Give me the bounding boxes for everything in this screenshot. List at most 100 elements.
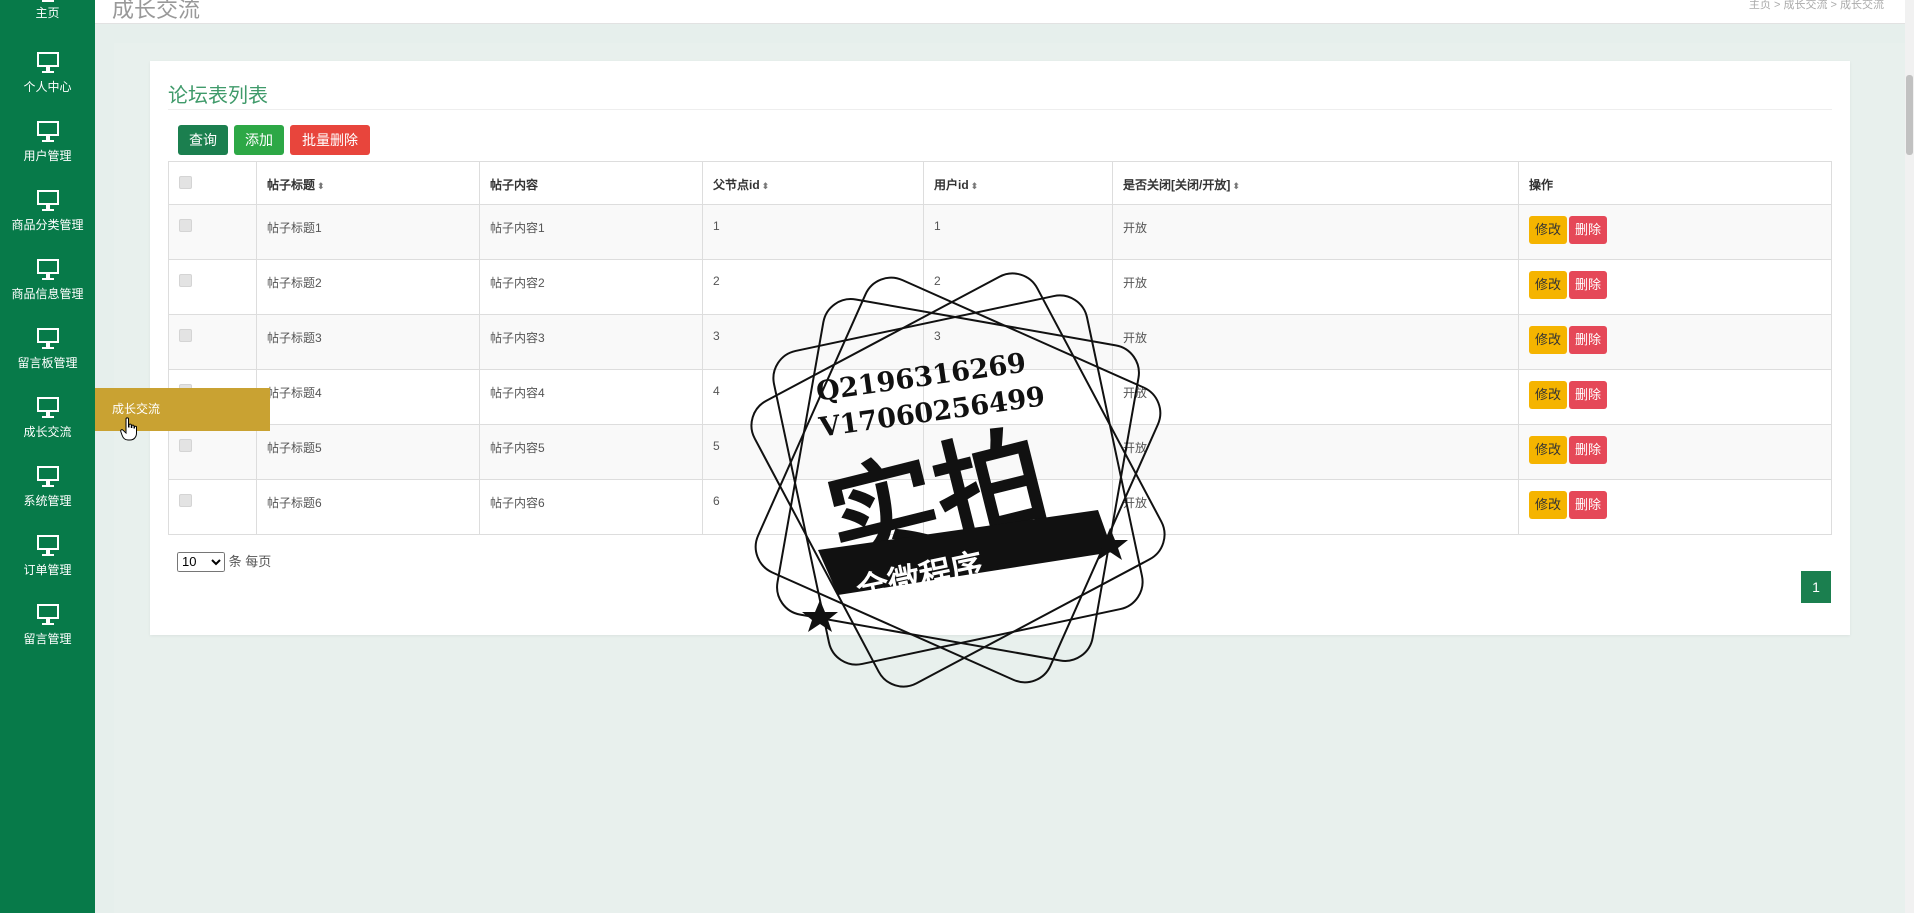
hand-cursor-icon: [120, 417, 137, 441]
bulk-delete-button[interactable]: 批量删除: [290, 125, 370, 155]
sidebar-item-category-management[interactable]: 商品分类管理: [0, 179, 95, 248]
sidebar-item-user-management[interactable]: 用户管理: [0, 110, 95, 179]
sidebar-item-label: 主页: [35, 6, 60, 20]
monitor-icon: [36, 52, 59, 73]
row-checkbox[interactable]: [179, 274, 192, 287]
row-checkbox[interactable]: [179, 494, 192, 507]
sidebar-item-label: 留言板管理: [17, 356, 78, 370]
cell-status: 开放: [1112, 424, 1519, 480]
scrollbar[interactable]: [1905, 0, 1914, 913]
sidebar-item-label: 商品分类管理: [11, 218, 84, 232]
sort-icon[interactable]: ⬍: [971, 181, 979, 191]
delete-button[interactable]: 删除: [1569, 436, 1608, 464]
cell-parent-id: 5: [702, 424, 924, 480]
sidebar-item-growth-exchange[interactable]: 成长交流: [0, 386, 95, 455]
monitor-icon: [36, 190, 59, 211]
table-row: 帖子标题4 帖子内容4 4 开放 修改 删除: [168, 369, 1832, 425]
sidebar-item-home[interactable]: 主页: [0, 0, 95, 39]
delete-button[interactable]: 删除: [1569, 381, 1608, 409]
sidebar-item-system-management[interactable]: 系统管理: [0, 455, 95, 524]
header-parent-id[interactable]: 父节点id ⬍: [702, 161, 924, 205]
sort-icon[interactable]: ⬍: [1232, 181, 1240, 191]
row-checkbox[interactable]: [179, 329, 192, 342]
monitor-icon: [36, 121, 59, 142]
cell-user-id: 1: [923, 204, 1113, 260]
row-checkbox[interactable]: [179, 219, 192, 232]
header-post-title[interactable]: 帖子标题 ⬍: [256, 161, 480, 205]
edit-button[interactable]: 修改: [1529, 491, 1568, 519]
monitor-icon: [36, 328, 59, 349]
sort-icon[interactable]: ⬍: [317, 181, 325, 191]
cell-content: 帖子内容3: [479, 314, 703, 370]
monitor-icon: [36, 397, 59, 418]
page-title: 成长交流: [112, 0, 201, 22]
sidebar-item-message-management[interactable]: 留言管理: [0, 593, 95, 662]
sort-icon[interactable]: ⬍: [762, 181, 770, 191]
cell-content: 帖子内容1: [479, 204, 703, 260]
edit-button[interactable]: 修改: [1529, 216, 1568, 244]
sidebar-item-personal-center[interactable]: 个人中心: [0, 41, 95, 110]
cell-title: 帖子标题2: [256, 259, 480, 315]
table-row: 帖子标题2 帖子内容2 2 2 开放 修改 删除: [168, 259, 1832, 315]
page-number-current[interactable]: 1: [1801, 571, 1831, 603]
cell-user-id: [923, 369, 1113, 425]
header-post-content: 帖子内容: [479, 161, 703, 205]
breadcrumb[interactable]: 主页 > 成长交流 > 成长交流: [1749, 0, 1884, 12]
row-checkbox[interactable]: [179, 439, 192, 452]
delete-button[interactable]: 删除: [1569, 271, 1608, 299]
forum-list-card: 论坛表列表 查询 添加 批量删除 帖子标题 ⬍ 帖子内容 父节点id ⬍ 用户id ⬍…: [150, 61, 1850, 635]
sidebar-item-order-management[interactable]: 订单管理: [0, 524, 95, 593]
scrollbar-thumb[interactable]: [1906, 75, 1913, 155]
table-row: 帖子标题3 帖子内容3 3 3 开放 修改 删除: [168, 314, 1832, 370]
select-all-checkbox[interactable]: [179, 176, 192, 189]
cell-parent-id: 2: [702, 259, 924, 315]
cell-content: 帖子内容6: [479, 479, 703, 535]
cell-status: 开放: [1112, 479, 1519, 535]
card-title: 论坛表列表: [168, 85, 268, 107]
monitor-icon: [36, 535, 59, 556]
cell-content: 帖子内容4: [479, 369, 703, 425]
edit-button[interactable]: 修改: [1529, 436, 1568, 464]
add-button[interactable]: 添加: [234, 125, 284, 155]
header-is-closed[interactable]: 是否关闭[关闭/开放] ⬍: [1112, 161, 1519, 205]
monitor-icon: [36, 604, 59, 625]
cell-title: 帖子标题4: [256, 369, 480, 425]
page-size-control: 10 条 每页: [177, 551, 271, 572]
monitor-icon: [36, 466, 59, 487]
cell-user-id: 3: [923, 314, 1113, 370]
page-size-unit: 条 每页: [228, 554, 272, 569]
cell-user-id: [923, 424, 1113, 480]
cell-content: 帖子内容5: [479, 424, 703, 480]
cell-title: 帖子标题1: [256, 204, 480, 260]
sidebar: 主页 个人中心 用户管理 商品分类管理 商品信息管理 留言板管理 成长交流 系统…: [0, 0, 95, 913]
sidebar-item-label: 个人中心: [23, 80, 72, 94]
delete-button[interactable]: 删除: [1569, 491, 1608, 519]
table-row: 帖子标题6 帖子内容6 6 开放 修改 删除: [168, 479, 1832, 535]
table-row: 帖子标题1 帖子内容1 1 1 开放 修改 删除: [168, 204, 1832, 260]
cell-user-id: 2: [923, 259, 1113, 315]
header-select-all[interactable]: [168, 161, 257, 205]
cell-content: 帖子内容2: [479, 259, 703, 315]
sidebar-item-product-management[interactable]: 商品信息管理: [0, 248, 95, 317]
cell-parent-id: 3: [702, 314, 924, 370]
table-row: 帖子标题5 帖子内容5 5 开放 修改 删除: [168, 424, 1832, 480]
cell-status: 开放: [1112, 204, 1519, 260]
query-button[interactable]: 查询: [178, 125, 228, 155]
cell-status: 开放: [1112, 259, 1519, 315]
sidebar-item-label: 订单管理: [23, 563, 72, 577]
edit-button[interactable]: 修改: [1529, 381, 1568, 409]
edit-button[interactable]: 修改: [1529, 271, 1568, 299]
cell-user-id: [923, 479, 1113, 535]
cell-status: 开放: [1112, 314, 1519, 370]
delete-button[interactable]: 删除: [1569, 216, 1608, 244]
delete-button[interactable]: 删除: [1569, 326, 1608, 354]
page-size-select[interactable]: 10: [177, 551, 225, 572]
sidebar-item-label: 系统管理: [23, 494, 72, 508]
sidebar-item-label: 用户管理: [23, 149, 72, 163]
divider: [168, 109, 1832, 110]
cell-title: 帖子标题3: [256, 314, 480, 370]
edit-button[interactable]: 修改: [1529, 326, 1568, 354]
sidebar-item-message-board[interactable]: 留言板管理: [0, 317, 95, 386]
header-user-id[interactable]: 用户id ⬍: [923, 161, 1113, 205]
cell-title: 帖子标题6: [256, 479, 480, 535]
